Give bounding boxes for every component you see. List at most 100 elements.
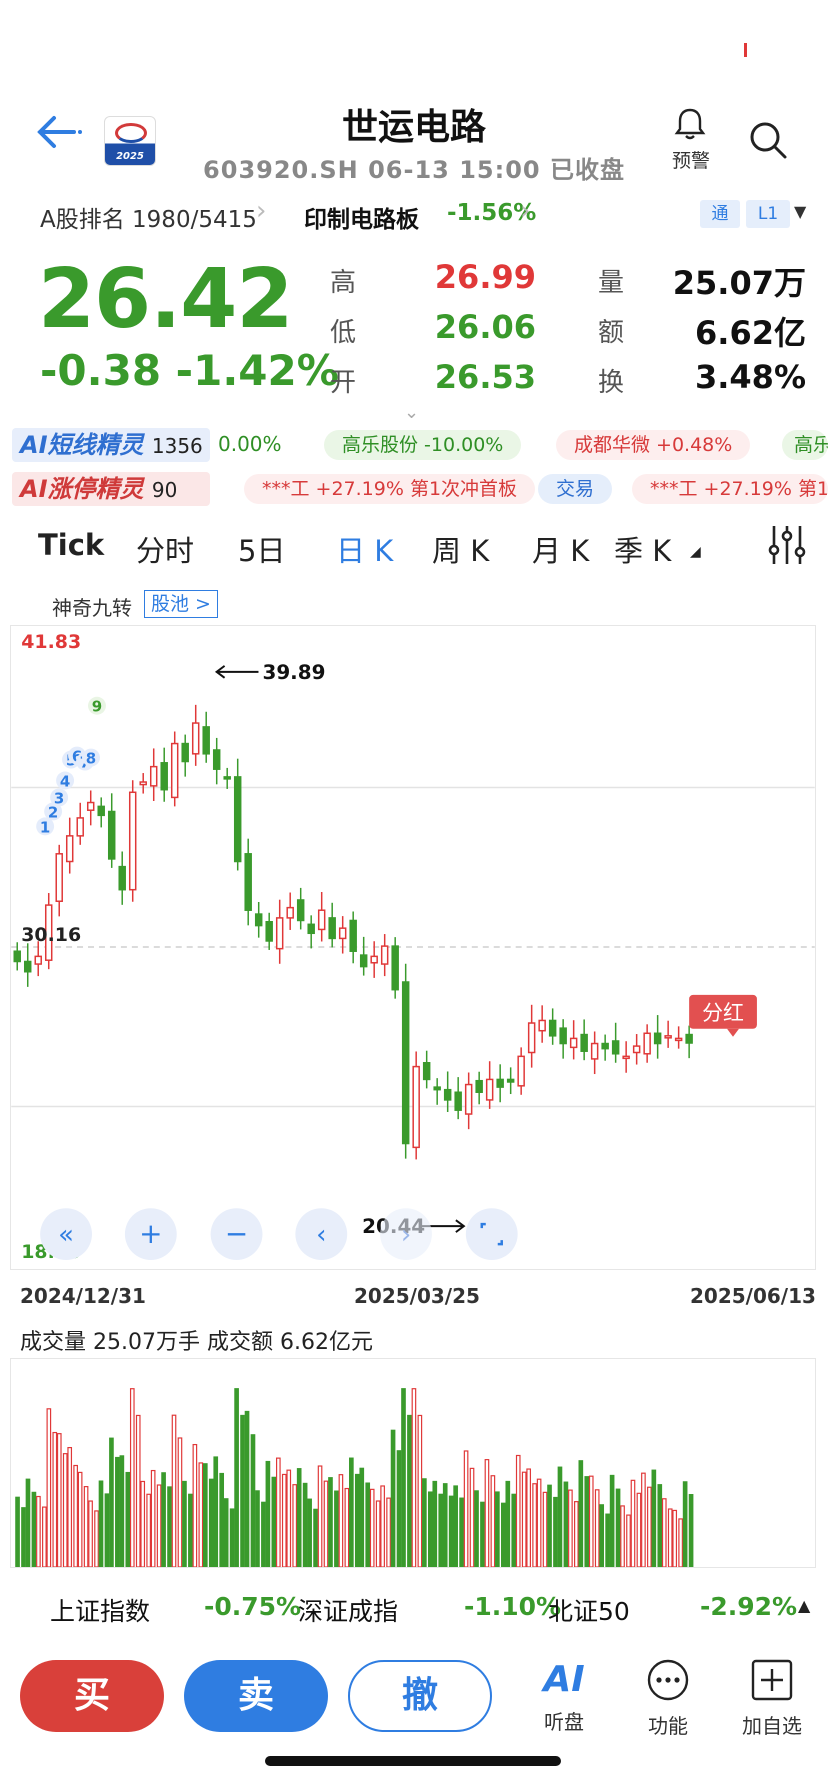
listen-nav[interactable]: AI 听盘 xyxy=(524,1658,604,1735)
volume-bar xyxy=(432,1480,438,1567)
tab-5day[interactable]: 5日 xyxy=(238,528,285,570)
volume-bar xyxy=(229,1508,235,1567)
turnover-value: 3.48% xyxy=(694,358,806,396)
level-badge[interactable]: L1 xyxy=(746,200,790,228)
ai-limitup-item[interactable]: ***工 +27.19% 第1次冲首板 xyxy=(244,474,536,504)
zoom-out-icon[interactable]: − xyxy=(225,1217,248,1250)
scroll-left-icon[interactable]: ‹ xyxy=(316,1220,326,1250)
candle xyxy=(212,749,221,770)
candle xyxy=(653,1032,662,1045)
caret-down-icon[interactable]: ▼ xyxy=(794,202,806,221)
volume-bar xyxy=(344,1487,350,1567)
volume-bar xyxy=(542,1491,548,1567)
volume-bar xyxy=(620,1505,625,1567)
volume-bar xyxy=(411,1388,417,1567)
expand-chevron-icon[interactable]: ⌄ xyxy=(404,402,419,423)
volume-bar xyxy=(380,1485,385,1567)
volume-label: 量 xyxy=(598,268,625,298)
volume-bar xyxy=(265,1460,271,1567)
volume-bar xyxy=(667,1508,673,1567)
index-change: -0.75% xyxy=(204,1592,302,1621)
volume-bar xyxy=(568,1489,573,1567)
volume-bar xyxy=(682,1481,688,1567)
chart-settings-icon[interactable] xyxy=(764,522,810,568)
volume-bar xyxy=(36,1495,41,1567)
tab-season-k[interactable]: 季 K xyxy=(614,528,671,570)
volume-bar xyxy=(359,1467,365,1567)
tab-month-k[interactable]: 月 K xyxy=(532,528,589,570)
candle xyxy=(149,765,158,787)
candle xyxy=(191,722,200,755)
volume-bar xyxy=(626,1514,631,1567)
volume-bar xyxy=(390,1429,396,1567)
candle xyxy=(86,801,95,811)
ai-shortline-item[interactable]: 成都华微 +0.48% xyxy=(556,430,751,460)
market-rank[interactable]: A股排名 1980/5415 xyxy=(40,200,257,234)
volume-bar xyxy=(313,1508,318,1567)
volume-bar xyxy=(83,1486,89,1567)
volume-bar xyxy=(532,1483,537,1567)
search-icon[interactable] xyxy=(748,120,788,160)
index-change: -2.92% xyxy=(700,1592,798,1621)
cancel-order-button[interactable]: 撤 xyxy=(348,1660,492,1732)
volume-bar xyxy=(605,1513,610,1567)
volume-bar xyxy=(167,1486,172,1567)
index-name[interactable]: 上证指数 xyxy=(50,1592,150,1628)
volume-bar xyxy=(271,1476,277,1567)
volume-bar xyxy=(302,1482,308,1567)
volume-bar xyxy=(140,1480,146,1567)
alert-label[interactable]: 预警 xyxy=(672,146,722,173)
tab-tick[interactable]: Tick xyxy=(38,528,104,562)
volume-bar xyxy=(511,1493,517,1567)
caret-up-icon[interactable]: ▲ xyxy=(798,1596,810,1615)
ai-limitup-label: AI涨停精灵 xyxy=(20,475,144,503)
open-label: 开 xyxy=(330,368,357,398)
dividend-tag[interactable]: 分红 xyxy=(689,994,757,1037)
candle xyxy=(580,1033,588,1052)
ai-shortline-tag[interactable]: AI短线精灵 1356 xyxy=(12,428,210,462)
function-nav[interactable]: 功能 xyxy=(628,1658,708,1739)
sector-name[interactable]: 印制电路板 xyxy=(304,200,419,234)
volume-bar xyxy=(609,1474,615,1567)
candle xyxy=(76,817,84,837)
volume-bar xyxy=(495,1491,500,1567)
ai-limitup-trade[interactable]: 交易 xyxy=(538,474,613,504)
volume-bar xyxy=(250,1434,256,1567)
index-name[interactable]: 深证成指 xyxy=(298,1592,398,1628)
volume-chart[interactable] xyxy=(10,1358,816,1568)
tab-intraday[interactable]: 分时 xyxy=(136,528,194,570)
ai-limitup-item[interactable]: ***工 +27.19% 第1次 xyxy=(632,474,828,504)
buy-button[interactable]: 买 xyxy=(20,1660,164,1732)
sell-button[interactable]: 卖 xyxy=(184,1660,328,1732)
volume-bar xyxy=(442,1483,448,1567)
candle xyxy=(97,805,105,817)
tong-badge[interactable]: 通 xyxy=(700,200,740,228)
volume-bar xyxy=(15,1496,20,1567)
zoom-in-icon[interactable]: + xyxy=(139,1217,162,1250)
rewind-icon[interactable]: « xyxy=(58,1220,74,1250)
volume-bar xyxy=(281,1473,287,1567)
candle xyxy=(233,776,242,863)
tab-more-caret-icon[interactable]: ◢ xyxy=(690,544,701,560)
volume-bar xyxy=(505,1480,511,1567)
ai-limitup-tag[interactable]: AI涨停精灵 90 xyxy=(12,472,210,506)
watchlist-nav[interactable]: 加自选 xyxy=(732,1658,812,1739)
ai-shortline-item[interactable]: 高乐 xyxy=(782,430,828,460)
candle xyxy=(160,762,168,791)
ai-shortline-label: AI短线精灵 xyxy=(20,431,144,459)
bell-icon[interactable] xyxy=(672,106,708,142)
scroll-right-icon[interactable]: › xyxy=(401,1220,411,1250)
candle xyxy=(13,950,21,963)
index-name[interactable]: 北证50 xyxy=(548,1592,630,1628)
stock-pool-button[interactable]: 股池 > xyxy=(144,590,218,618)
volume-bar xyxy=(490,1475,496,1567)
tab-week-k[interactable]: 周 K xyxy=(432,528,489,570)
chart-controls[interactable]: « + − ‹ › xyxy=(40,1208,518,1261)
tab-day-k[interactable]: 日 K xyxy=(336,528,393,570)
volume-bar xyxy=(62,1453,68,1567)
ai-shortline-item[interactable]: 高乐股份 -10.00% xyxy=(324,430,522,460)
candle xyxy=(349,919,357,952)
volume-bar xyxy=(657,1484,663,1567)
kline-chart[interactable]: 41.83 18.50 30.16 39.89 20.44 分红 1234567… xyxy=(10,625,816,1270)
volume-bar xyxy=(354,1473,360,1567)
